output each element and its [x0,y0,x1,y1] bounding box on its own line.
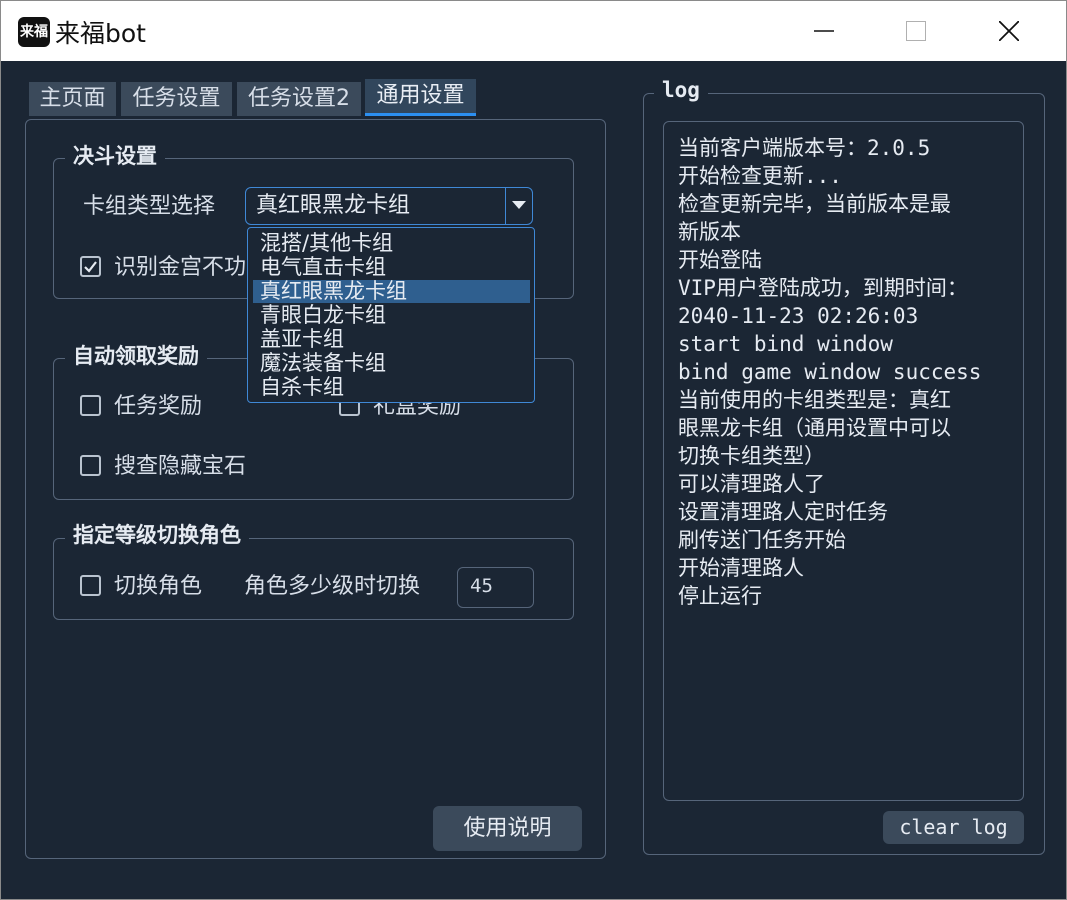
search-gems-label: 搜查隐藏宝石 [114,454,247,479]
log-line: 可以清理路人了 [678,472,825,496]
deck-type-dropdown: 混搭/其他卡组 电气直击卡组 真红眼黑龙卡组 青眼白龙卡组 盖亚卡组 魔法装备卡… [247,227,535,403]
combo-separator [505,188,506,224]
log-line: 刷传送门任务开始 [678,528,846,552]
app-window: 来福 来福bot 主页面 任务设置 任务设置2 通用设置 决斗设置 卡组类型选择… [0,0,1067,900]
log-line: 新版本 [678,220,741,244]
tab-task-settings-2[interactable]: 任务设置2 [237,82,361,116]
tab-label: 通用设置 [376,83,465,108]
maximize-button[interactable] [870,1,962,61]
tab-label: 主页面 [39,86,106,111]
switch-role-checkbox[interactable] [80,575,101,596]
maximize-icon [906,21,926,41]
switch-role-label: 切换角色 [114,574,203,599]
minimize-button[interactable] [778,1,870,61]
clear-log-label: clear log [899,815,1008,839]
dropdown-option[interactable]: 青眼白龙卡组 [253,304,530,327]
checkmark-icon [84,261,97,273]
search-gems-checkbox[interactable] [80,455,101,476]
log-line: 设置清理路人定时任务 [678,500,888,524]
level-label: 角色多少级时切换 [244,574,421,599]
log-line: 眼黑龙卡组（通用设置中可以 [678,416,951,440]
task-reward-label: 任务奖励 [114,394,203,419]
level-value: 45 [470,575,493,597]
log-line: 当前客户端版本号：2.0.5 [678,136,931,160]
tab-general-settings[interactable]: 通用设置 [365,79,476,116]
dropdown-option[interactable]: 自杀卡组 [253,376,530,399]
recognize-label: 识别金宫不功 [114,255,247,280]
dropdown-option[interactable]: 电气直击卡组 [253,256,530,279]
auto-rewards-title: 自动领取奖励 [65,343,207,369]
level-input[interactable]: 45 [457,567,534,608]
help-button-label: 使用说明 [463,816,552,841]
task-reward-checkbox[interactable] [80,395,101,416]
active-tab-indicator [365,113,476,116]
log-line: 2040-11-23 02:26:03 [678,304,919,328]
title-bar[interactable]: 来福 来福bot [1,1,1066,61]
role-switch-title: 指定等级切换角色 [65,522,249,548]
app-logo-icon: 来福 [18,17,50,47]
log-title: log [654,77,708,103]
log-line: 当前使用的卡组类型是：真红 [678,388,951,412]
dropdown-option-selected[interactable]: 真红眼黑龙卡组 [253,280,530,303]
dropdown-option[interactable]: 混搭/其他卡组 [253,232,530,255]
log-output[interactable]: 当前客户端版本号：2.0.5 开始检查更新... 检查更新完毕，当前版本是最 新… [663,121,1024,801]
tab-main-page[interactable]: 主页面 [29,82,116,116]
minimize-icon [814,30,834,32]
tab-label: 任务设置 [132,86,221,111]
log-line: 切换卡组类型） [678,444,825,468]
deck-type-value: 真红眼黑龙卡组 [256,193,411,218]
close-icon [999,21,1019,41]
window-title: 来福bot [55,19,146,48]
help-button[interactable]: 使用说明 [433,806,582,851]
deck-type-select[interactable]: 真红眼黑龙卡组 [245,187,533,225]
log-line: start bind window [678,332,893,356]
dropdown-option[interactable]: 盖亚卡组 [253,328,530,351]
chevron-down-icon[interactable] [512,201,526,210]
clear-log-button[interactable]: clear log [883,811,1024,844]
duel-settings-title: 决斗设置 [65,143,165,169]
log-line: 开始登陆 [678,248,762,272]
log-line: 开始检查更新... [678,164,842,188]
log-lines: 当前客户端版本号：2.0.5 开始检查更新... 检查更新完毕，当前版本是最 新… [678,134,1018,610]
log-line: VIP用户登陆成功，到期时间： [678,276,968,300]
tab-label: 任务设置2 [248,86,350,111]
tab-task-settings[interactable]: 任务设置 [121,82,232,116]
close-button[interactable] [963,1,1055,61]
log-line: bind game window success [678,360,982,384]
log-line: 检查更新完毕，当前版本是最 [678,192,951,216]
log-line: 开始清理路人 [678,556,804,580]
dropdown-option[interactable]: 魔法装备卡组 [253,352,530,375]
recognize-checkbox[interactable] [80,256,101,277]
deck-type-label: 卡组类型选择 [83,194,216,219]
log-line: 停止运行 [678,584,762,608]
